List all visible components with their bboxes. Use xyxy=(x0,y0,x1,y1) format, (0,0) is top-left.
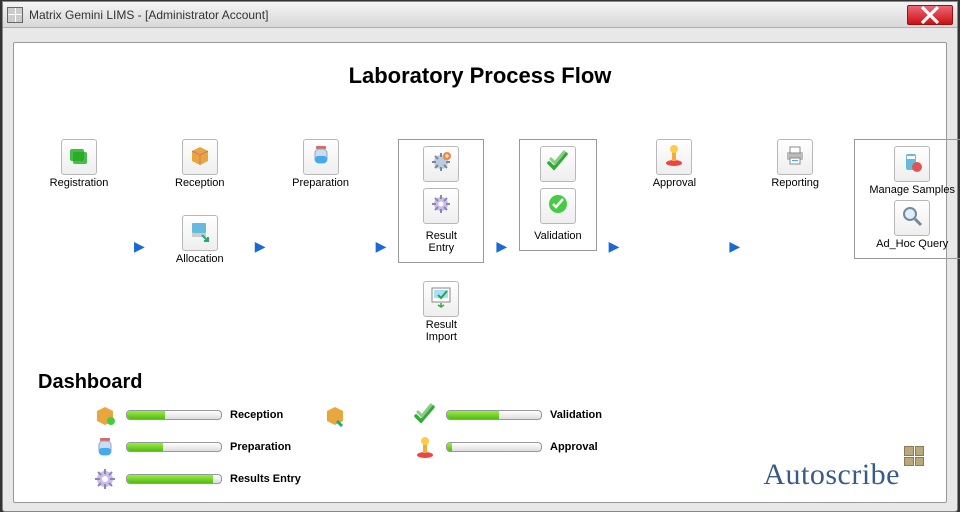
reporting-button[interactable]: Reporting xyxy=(752,139,838,189)
gear-icon xyxy=(429,192,453,221)
gear-plus-icon xyxy=(429,150,453,179)
arrow-icon: ▶ xyxy=(729,238,740,255)
dash-reception[interactable]: Reception xyxy=(92,402,322,428)
import-icon xyxy=(429,285,453,314)
allocation-icon xyxy=(188,219,212,248)
arrow-icon: ▶ xyxy=(255,238,266,255)
gear-icon xyxy=(92,466,118,492)
window-title: Matrix Gemini LIMS - [Administrator Acco… xyxy=(29,8,907,22)
manage-samples-button[interactable]: Manage Samples xyxy=(869,146,955,196)
adhoc-query-button[interactable]: Ad_Hoc Query xyxy=(876,200,948,250)
dash-results-entry[interactable]: Results Entry xyxy=(92,466,322,492)
result-entry-gear2-button[interactable] xyxy=(423,188,459,224)
package-icon xyxy=(92,402,118,428)
utilities-group: Manage Samples Ad_Hoc Query xyxy=(854,139,960,259)
dashboard-title: Dashboard xyxy=(38,371,928,394)
content-area: Laboratory Process Flow Registration ▶ xyxy=(13,42,947,503)
registration-button[interactable]: Registration xyxy=(36,139,122,189)
result-entry-group: Result Entry xyxy=(398,139,484,263)
approval-button[interactable]: Approval xyxy=(631,139,717,189)
arrow-icon: ▶ xyxy=(376,238,387,255)
dash-validation[interactable]: Validation xyxy=(412,402,672,428)
arrow-icon: ▶ xyxy=(609,238,620,255)
preparation-button[interactable]: Preparation xyxy=(278,139,364,189)
arrow-icon: ▶ xyxy=(134,238,145,255)
package-icon xyxy=(188,143,212,172)
stamp-icon xyxy=(412,434,438,460)
dash-approval[interactable]: Approval xyxy=(412,434,672,460)
dash-package-extra[interactable] xyxy=(322,402,412,428)
app-icon xyxy=(7,7,23,23)
samples-icon xyxy=(900,150,924,179)
process-flow-row: Registration ▶ Reception Allocation xyxy=(32,139,928,343)
close-icon xyxy=(920,5,940,25)
validation-check2-button[interactable] xyxy=(540,188,576,224)
dash-preparation[interactable]: Preparation xyxy=(92,434,322,460)
allocation-button[interactable]: Allocation xyxy=(157,215,243,265)
check-circle-icon xyxy=(546,192,570,221)
arrow-icon: ▶ xyxy=(496,238,507,255)
box-green-icon xyxy=(67,143,91,172)
reception-button[interactable]: Reception xyxy=(157,139,243,189)
double-check-icon xyxy=(412,402,438,428)
result-entry-gear1-button[interactable] xyxy=(423,146,459,182)
titlebar: Matrix Gemini LIMS - [Administrator Acco… xyxy=(3,2,957,28)
result-import-button[interactable]: Result Import xyxy=(398,281,484,343)
jar-icon xyxy=(309,143,333,172)
validation-check1-button[interactable] xyxy=(540,146,576,182)
page-title: Laboratory Process Flow xyxy=(32,63,928,89)
stamp-icon xyxy=(662,143,686,172)
validation-group: Validation xyxy=(519,139,597,251)
close-button[interactable] xyxy=(907,5,953,25)
double-check-icon xyxy=(546,150,570,179)
printer-icon xyxy=(783,143,807,172)
magnifier-icon xyxy=(900,204,924,233)
brand-logo: Autoscribe xyxy=(763,458,924,492)
package-arrow-icon xyxy=(322,402,348,428)
jar-icon xyxy=(92,434,118,460)
app-window: Matrix Gemini LIMS - [Administrator Acco… xyxy=(2,1,958,512)
